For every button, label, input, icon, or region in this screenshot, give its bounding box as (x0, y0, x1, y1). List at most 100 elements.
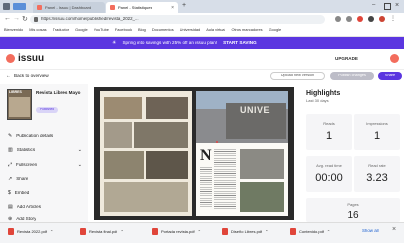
tab-dashboard[interactable]: Panel - Issuu | Dashboard (33, 2, 105, 13)
chevron-up-icon[interactable]: ⌃ (327, 229, 330, 234)
upload-new-version-button[interactable]: Upload new version (270, 72, 325, 80)
text-column (200, 167, 212, 209)
sidebar-item-embed[interactable]: $ Embed (8, 190, 29, 196)
download-item[interactable]: Contenido.pdf ⌃ (290, 228, 330, 235)
stat-card-reads: Reads 1 (306, 114, 352, 150)
start-saving-link[interactable]: START SAVING (223, 41, 257, 46)
chevron-up-icon[interactable]: ⌃ (120, 229, 123, 234)
download-item[interactable]: Diseño Libres.pdf ⌃ (222, 228, 269, 235)
page-photo (104, 182, 188, 212)
stat-card-read-rate: Read rate 3.23 (354, 156, 400, 192)
bookmark-item[interactable]: Documentos (152, 28, 174, 32)
bookmark-item[interactable]: Blog (138, 28, 146, 32)
spread-frame: UNIVE N (94, 87, 294, 220)
chart-icon: ▥ (8, 147, 13, 153)
stat-card-pages: Pages 16 (306, 198, 400, 222)
page-photo (240, 149, 284, 179)
issuu-logo-icon[interactable] (6, 54, 15, 63)
grid-icon[interactable] (13, 3, 26, 10)
pdf-file-icon (290, 228, 296, 235)
close-downloads-icon[interactable]: × (392, 226, 396, 233)
download-item[interactable]: Revista final.pdf ⌃ (80, 228, 124, 235)
published-badge: Published (36, 107, 58, 113)
forward-arrow-icon[interactable]: → (13, 15, 20, 22)
document-icon: ▤ (8, 204, 13, 210)
page-photo (146, 97, 188, 119)
bookmark-item[interactable]: YouTube (94, 28, 109, 32)
bookmark-item[interactable]: Bienvenido (4, 28, 23, 32)
download-item[interactable]: Portada revista.pdf ⌃ (152, 228, 201, 235)
page-photo (104, 97, 142, 119)
pencil-icon: ✎ (8, 133, 13, 139)
bookmark-item[interactable]: Universidad (180, 28, 201, 32)
puzzle-icon[interactable] (368, 16, 374, 22)
extension-icon[interactable] (357, 16, 363, 22)
lock-icon (34, 17, 38, 22)
bookmark-item[interactable]: Google (269, 28, 282, 32)
pdf-file-icon (222, 228, 228, 235)
reload-icon[interactable]: ↻ (22, 15, 28, 23)
promo-banner: ☀ Spring into savings with 25% off an is… (0, 37, 404, 49)
right-page[interactable]: UNIVE N (196, 91, 288, 216)
sun-icon: ☀ (112, 40, 117, 46)
extension-icons: ⋮ (335, 16, 396, 22)
pdf-file-icon (152, 228, 158, 235)
sidebar-item-fullscreen[interactable]: ⤢ Fullscreen ⌄ (8, 162, 82, 168)
pdf-file-icon (8, 228, 14, 235)
bookmark-item[interactable]: Aula virtual (206, 28, 225, 32)
chevron-down-icon: ⌄ (77, 162, 82, 168)
download-item[interactable]: Revista 2022.pdf ⌃ (8, 228, 53, 235)
issuu-favicon (37, 5, 42, 10)
close-tab-icon[interactable]: × (171, 5, 174, 11)
back-arrow-icon: ← (6, 73, 11, 79)
sidebar-item-statistics[interactable]: ▥ Statistics ⌄ (8, 147, 82, 153)
stat-card-avg-read-time: Avg. read time 00:00 (306, 156, 352, 192)
page-photo (104, 151, 144, 179)
cover-photo (9, 97, 30, 117)
bookmark-item[interactable]: Facebook (115, 28, 132, 32)
pdf-file-icon (80, 228, 86, 235)
back-arrow-icon[interactable]: ← (4, 15, 11, 22)
close-window-icon[interactable]: × (395, 2, 399, 9)
page-photo (146, 151, 188, 179)
bookmark-item[interactable]: Traductor (53, 28, 70, 32)
upgrade-link[interactable]: UPGRADE (335, 57, 358, 62)
back-to-overview[interactable]: ← Back to overview (6, 73, 49, 79)
sidebar-item-add-articles[interactable]: ▤ Add Articles (8, 204, 41, 210)
minimize-icon[interactable]: – (372, 2, 375, 8)
left-page[interactable] (100, 91, 192, 216)
menu-icon[interactable]: ⋮ (390, 16, 396, 22)
chevron-up-icon[interactable]: ⌃ (50, 229, 53, 234)
tab-statistics[interactable]: Panel - Statistiques × (106, 2, 178, 13)
bookmarks-bar: Bienvenido Mis cosas Traductor Google Yo… (0, 26, 404, 37)
issuu-logo[interactable]: issuu (18, 53, 44, 64)
page-photo (134, 122, 188, 148)
star-icon[interactable] (346, 16, 352, 22)
chevron-up-icon[interactable]: ⌃ (265, 229, 268, 234)
bookmark-item[interactable]: Mis cosas (29, 28, 46, 32)
building-photo: UNIVE (196, 91, 288, 143)
downloads-bar (0, 222, 404, 243)
new-tab-icon[interactable]: + (182, 2, 186, 9)
publication-title: Revista Libres Mayo (36, 90, 81, 95)
magazine-viewer: UNIVE N (88, 84, 298, 222)
tab-search-icon[interactable] (3, 3, 10, 10)
bookmark-item[interactable]: Otros marcadores (231, 28, 262, 32)
sidebar-item-publication-details[interactable]: ✎ Publication details (8, 133, 53, 139)
maximize-icon[interactable] (384, 3, 391, 10)
sidebar-item-share[interactable]: ↗ Share (8, 176, 28, 182)
bookmarks-list: Bienvenido Mis cosas Traductor Google Yo… (4, 28, 402, 32)
show-all-downloads-link[interactable]: Show all (362, 229, 379, 233)
bookmark-item[interactable]: Google (75, 28, 88, 32)
issuu-favicon (110, 5, 115, 10)
publication-cover-thumbnail[interactable]: LIBRES (7, 89, 32, 120)
text-column (214, 149, 236, 209)
chevron-up-icon[interactable]: ⌃ (198, 229, 201, 234)
profile-avatar-icon[interactable] (379, 16, 385, 22)
share-icon[interactable] (335, 16, 341, 22)
url-bar[interactable]: https://issuu.com/home/published/revista… (30, 15, 325, 24)
sidebar: LIBRES Revista Libres Mayo Published ✎ P… (0, 84, 88, 222)
user-avatar[interactable] (390, 54, 399, 63)
share-button[interactable]: Share (378, 72, 402, 80)
publish-changes-button[interactable]: Publish changes (330, 72, 374, 80)
